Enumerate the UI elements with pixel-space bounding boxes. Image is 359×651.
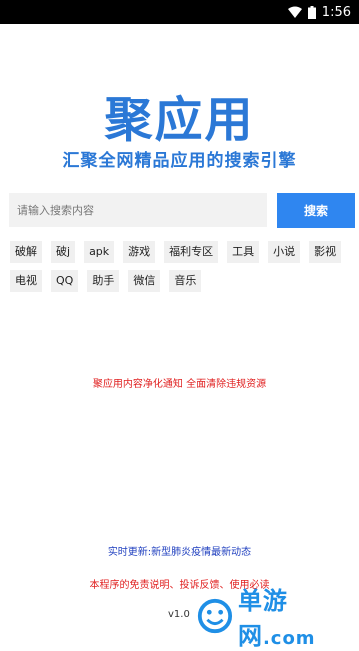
tag-crack-short[interactable]: 破j: [51, 241, 76, 263]
tag-novels[interactable]: 小说: [268, 241, 301, 263]
live-update-link[interactable]: 实时更新:新型肺炎疫情最新动态: [0, 543, 359, 558]
tag-crack[interactable]: 破解: [10, 241, 42, 263]
clock: 1:56: [321, 4, 351, 20]
tag-row-2: 电视 QQ 助手 微信 音乐: [10, 270, 202, 292]
status-bar: 1:56: [0, 0, 359, 24]
battery-icon: [307, 5, 316, 19]
tag-wechat[interactable]: 微信: [128, 270, 161, 292]
search-input[interactable]: [9, 193, 267, 227]
wifi-icon: [287, 6, 302, 18]
watermark: 单游网.com: [196, 587, 359, 650]
tag-apk[interactable]: apk: [84, 241, 115, 263]
app-logo-title: 聚应用: [104, 92, 255, 148]
smiley-icon: [197, 598, 233, 634]
tag-games[interactable]: 游戏: [123, 241, 156, 263]
slogan: 汇聚全网精品应用的搜索引擎: [62, 151, 297, 171]
tag-qq[interactable]: QQ: [51, 270, 79, 292]
tag-assistant[interactable]: 助手: [87, 270, 120, 292]
tag-movies[interactable]: 影视: [309, 241, 342, 263]
version-label: v1.0: [168, 609, 190, 620]
tag-welfare[interactable]: 福利专区: [164, 241, 219, 263]
tag-tools[interactable]: 工具: [227, 241, 260, 263]
tag-music[interactable]: 音乐: [169, 270, 202, 292]
tag-tv[interactable]: 电视: [10, 270, 42, 292]
tag-row-1: 破解 破j apk 游戏 福利专区 工具 小说 影视: [10, 241, 342, 263]
search-button[interactable]: 搜索: [277, 193, 355, 228]
cleanup-notice-link[interactable]: 聚应用内容净化通知 全面清除违规资源: [0, 375, 359, 390]
